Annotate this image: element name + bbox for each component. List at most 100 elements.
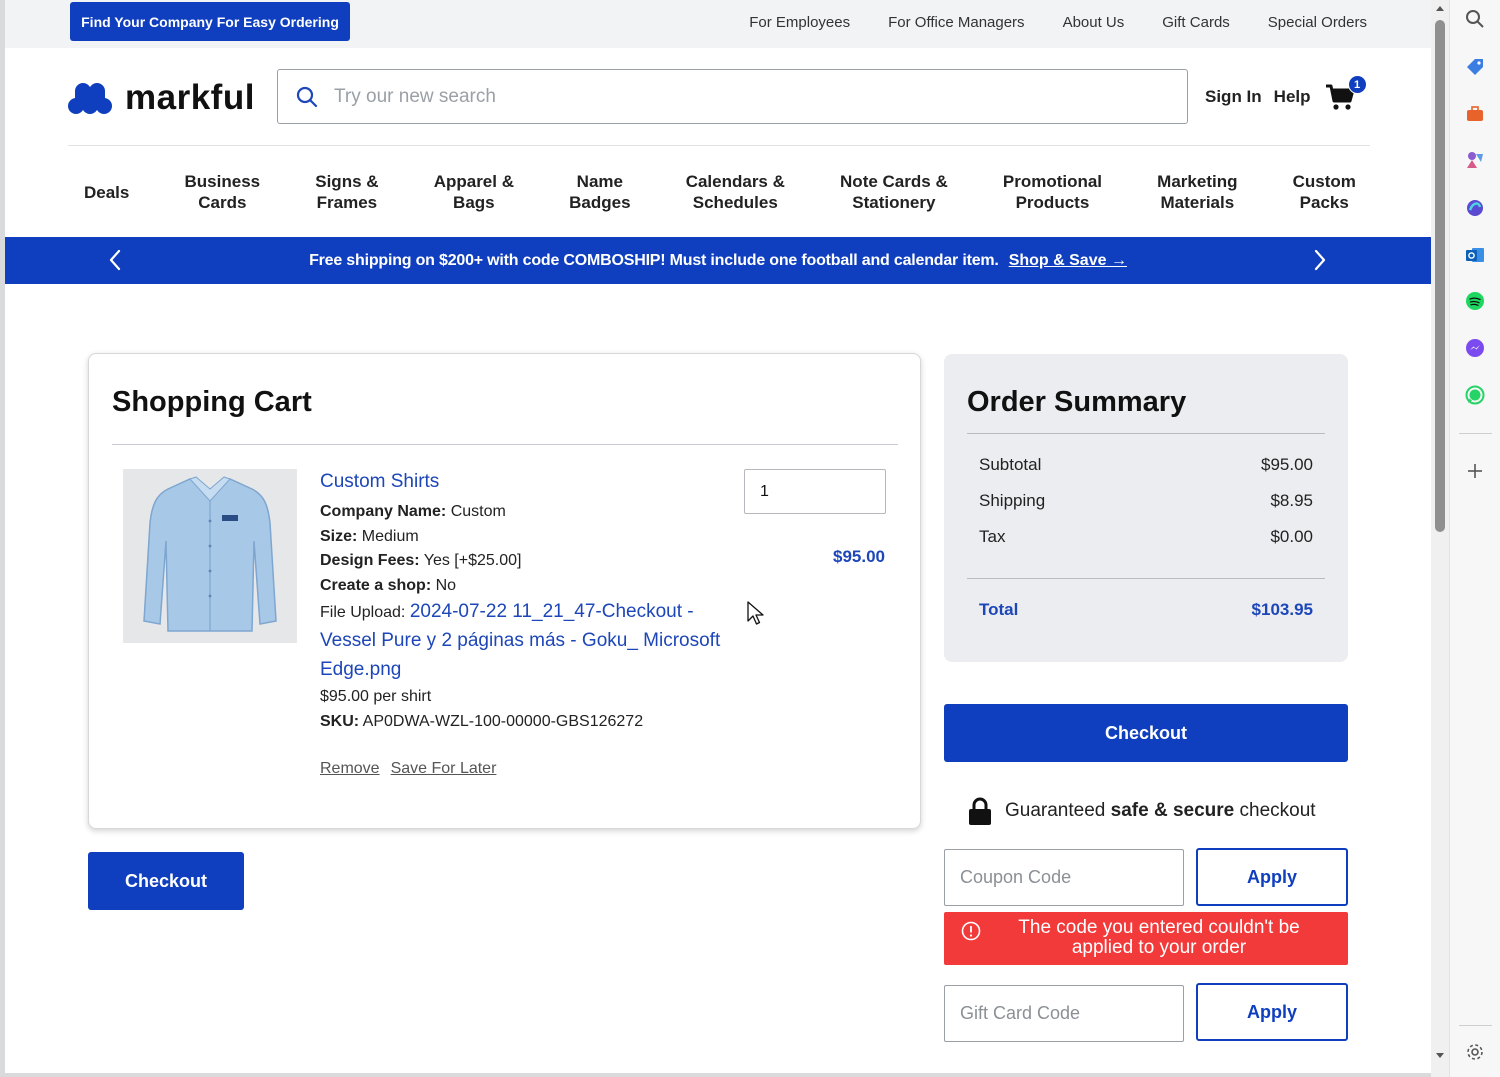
coupon-error-message: The code you entered couldn't be applied… (944, 912, 1348, 965)
nav-business-cards[interactable]: Business Cards (185, 171, 261, 213)
sidebar-settings-icon[interactable] (1464, 1041, 1486, 1063)
sidebar-games-icon[interactable] (1464, 149, 1486, 171)
logo-text: markful (125, 78, 255, 117)
shopping-cart-panel: Shopping Cart Custom Shirts Company Name… (88, 353, 921, 829)
sidebar-divider (1459, 433, 1492, 434)
nav-marketing-materials[interactable]: Marketing Materials (1157, 171, 1237, 213)
summary-row-subtotal: Subtotal $95.00 (979, 455, 1313, 475)
create-shop-line: Create a shop: No (320, 574, 745, 599)
chevron-right-icon[interactable] (1307, 247, 1333, 273)
company-name-label: Company Name: (320, 503, 447, 520)
line-price: $95.00 (833, 547, 885, 566)
link-special-orders[interactable]: Special Orders (1268, 14, 1367, 31)
category-nav: Deals Business Cards Signs & Frames Appa… (68, 160, 1370, 224)
coupon-code-input[interactable] (944, 849, 1184, 906)
summary-row-total: Total $103.95 (979, 600, 1313, 620)
size-line: Size: Medium (320, 525, 745, 550)
gift-card-apply-button[interactable]: Apply (1196, 983, 1348, 1041)
sidebar-search-icon[interactable] (1464, 8, 1486, 30)
create-shop-label: Create a shop: (320, 576, 432, 594)
page: Find Your Company For Easy Ordering For … (5, 0, 1431, 1073)
scroll-down-icon[interactable] (1435, 1052, 1445, 1060)
sidebar-whatsapp-icon[interactable] (1464, 384, 1486, 406)
size-value: Medium (361, 527, 419, 545)
product-details: Custom Shirts Company Name: Custom Size:… (320, 471, 745, 734)
remove-link[interactable]: Remove (320, 760, 380, 778)
markful-logo[interactable]: markful (67, 78, 255, 118)
checkout-button-right[interactable]: Checkout (944, 704, 1348, 762)
size-label: Size: (320, 527, 358, 545)
shipping-label: Shipping (979, 491, 1046, 510)
company-name-value: Custom (450, 503, 506, 520)
nav-calendars-schedules[interactable]: Calendars & Schedules (686, 171, 785, 213)
page-scrollbar[interactable] (1431, 0, 1449, 1077)
scroll-thumb[interactable] (1435, 20, 1445, 532)
link-about-us[interactable]: About Us (1063, 14, 1125, 31)
help-link[interactable]: Help (1274, 87, 1311, 107)
sidebar-spotify-icon[interactable] (1464, 290, 1486, 312)
secure-prefix: Guaranteed (1005, 800, 1106, 821)
secure-bold: safe & secure (1110, 800, 1235, 821)
sku-value: AP0DWA-WZL-100-00000-GBS126272 (362, 712, 644, 730)
order-summary-title: Order Summary (967, 386, 1187, 418)
file-upload-line: File Upload: 2024-07-22 11_21_47-Checkou… (320, 598, 745, 685)
product-image[interactable] (123, 469, 297, 643)
cart-button[interactable]: 1 (1325, 75, 1367, 114)
sku-label: SKU: (320, 712, 360, 730)
link-for-employees[interactable]: For Employees (749, 14, 850, 31)
chevron-left-icon[interactable] (102, 247, 128, 273)
summary-row-tax: Tax $0.00 (979, 527, 1313, 547)
alert-circle-icon (961, 921, 981, 941)
sidebar-outlook-icon[interactable] (1464, 244, 1486, 266)
nav-deals[interactable]: Deals (84, 182, 129, 203)
nav-name-badges[interactable]: Name Badges (569, 171, 630, 213)
nav-signs-frames[interactable]: Signs & Frames (315, 171, 378, 213)
total-value: $103.95 (1251, 600, 1313, 619)
summary-row-shipping: Shipping $8.95 (979, 491, 1313, 511)
coupon-apply-button[interactable]: Apply (1196, 848, 1348, 906)
promo-banner: Free shipping on $200+ with code COMBOSH… (5, 237, 1431, 284)
coupon-error-text: The code you entered couldn't be applied… (1018, 917, 1300, 958)
utility-bar: Find Your Company For Easy Ordering For … (5, 0, 1431, 48)
create-shop-value: No (435, 576, 457, 594)
mouse-cursor-icon (747, 601, 764, 625)
nav-note-cards-stationery[interactable]: Note Cards & Stationery (840, 171, 948, 213)
quantity-input[interactable] (744, 469, 886, 514)
save-for-later-link[interactable]: Save For Later (391, 760, 497, 778)
sign-in-link[interactable]: Sign In (1205, 87, 1262, 107)
browser-sidebar (1449, 0, 1500, 1077)
company-name-line: Company Name: Custom (320, 500, 745, 525)
order-summary-panel: Order Summary Subtotal $95.00 Shipping $… (944, 354, 1348, 662)
cart-divider (112, 444, 898, 445)
link-for-office-managers[interactable]: For Office Managers (888, 14, 1024, 31)
scroll-up-icon[interactable] (1435, 4, 1445, 12)
sidebar-copilot-icon[interactable] (1464, 197, 1486, 219)
find-company-button[interactable]: Find Your Company For Easy Ordering (70, 2, 350, 41)
sidebar-shopping-tag-icon[interactable] (1464, 56, 1486, 78)
product-name-link[interactable]: Custom Shirts (320, 471, 745, 493)
sidebar-tools-icon[interactable] (1464, 103, 1486, 125)
utility-links: For Employees For Office Managers About … (749, 0, 1367, 44)
checkout-button-left[interactable]: Checkout (88, 852, 244, 910)
shipping-value: $8.95 (1270, 491, 1313, 510)
nav-promotional-products[interactable]: Promotional Products (1003, 171, 1102, 213)
gift-card-code-input[interactable] (944, 985, 1184, 1042)
total-label: Total (979, 600, 1019, 619)
design-fees-label: Design Fees: (320, 552, 420, 569)
logo-mark-icon (68, 83, 112, 114)
nav-custom-packs[interactable]: Custom Packs (1293, 171, 1356, 213)
link-gift-cards[interactable]: Gift Cards (1162, 14, 1230, 31)
promo-shop-link[interactable]: Shop & Save → (1009, 252, 1127, 270)
sidebar-messenger-icon[interactable] (1464, 337, 1486, 359)
item-actions: Remove Save For Later (320, 760, 496, 778)
nav-apparel-bags[interactable]: Apparel & Bags (434, 171, 514, 213)
sidebar-add-icon[interactable] (1464, 460, 1486, 482)
secure-suffix: checkout (1239, 800, 1316, 821)
design-fees-line: Design Fees: Yes [+$25.00] (320, 549, 745, 574)
search-box[interactable] (277, 69, 1188, 124)
header-actions: Sign In Help 1 (1205, 75, 1367, 114)
file-upload-label: File Upload: (320, 604, 406, 621)
promo-text: Free shipping on $200+ with code COMBOSH… (309, 251, 999, 269)
search-input[interactable] (334, 85, 1154, 108)
search-icon (296, 86, 318, 107)
